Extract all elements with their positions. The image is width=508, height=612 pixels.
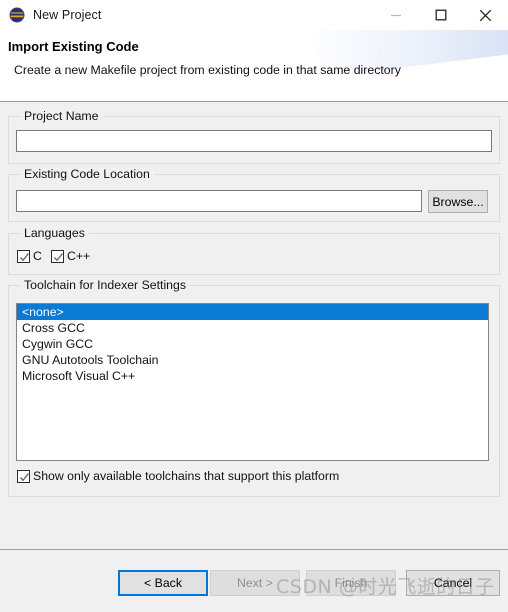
checkbox-box xyxy=(51,249,64,263)
toolchain-group-label: Toolchain for Indexer Settings xyxy=(20,278,191,292)
window-title: New Project xyxy=(33,8,102,22)
title-bar: New Project xyxy=(0,0,508,30)
list-item[interactable]: GNU Autotools Toolchain xyxy=(17,352,488,368)
existing-code-location-group-label: Existing Code Location xyxy=(20,167,154,181)
eclipse-app-icon xyxy=(9,7,25,23)
list-item[interactable]: <none> xyxy=(17,304,488,320)
back-button[interactable]: < Back xyxy=(118,570,208,596)
list-item[interactable]: Cygwin GCC xyxy=(17,336,488,352)
show-only-available-toolchains-label: Show only available toolchains that supp… xyxy=(33,469,340,483)
show-only-available-toolchains-checkbox[interactable]: Show only available toolchains that supp… xyxy=(17,469,339,483)
new-project-dialog: New Project Import Existing Code Create … xyxy=(0,0,508,612)
page-title: Import Existing Code xyxy=(8,39,139,54)
close-icon[interactable] xyxy=(463,0,508,30)
dialog-header: Import Existing Code Create a new Makefi… xyxy=(0,30,508,102)
toolchain-listbox[interactable]: <none> Cross GCC Cygwin GCC GNU Autotool… xyxy=(16,303,489,461)
maximize-icon[interactable] xyxy=(418,0,463,30)
language-label-cpp: C++ xyxy=(67,249,91,263)
list-item[interactable]: Microsoft Visual C++ xyxy=(17,368,488,384)
languages-group-label: Languages xyxy=(20,226,89,240)
checkbox-box xyxy=(17,469,30,483)
window-controls xyxy=(373,0,508,30)
dialog-body: Project Name Existing Code Location Brow… xyxy=(0,102,508,549)
project-name-group-label: Project Name xyxy=(20,109,103,123)
cancel-button[interactable]: Cancel xyxy=(406,570,500,596)
page-description: Create a new Makefile project from exist… xyxy=(14,63,401,77)
language-label-c: C xyxy=(33,249,42,263)
list-item[interactable]: Cross GCC xyxy=(17,320,488,336)
language-checkbox-cpp[interactable]: C++ xyxy=(51,249,90,263)
checkbox-box xyxy=(17,249,30,263)
project-name-input[interactable] xyxy=(16,130,492,152)
next-button: Next > xyxy=(210,570,300,596)
finish-button: Finish xyxy=(306,570,396,596)
language-checkbox-c[interactable]: C xyxy=(17,249,42,263)
existing-code-location-input[interactable] xyxy=(16,190,422,212)
browse-button[interactable]: Browse... xyxy=(428,190,488,213)
dialog-footer: ? < Back Next > Finish Cancel xyxy=(0,550,508,612)
minimize-icon[interactable] xyxy=(373,0,418,30)
